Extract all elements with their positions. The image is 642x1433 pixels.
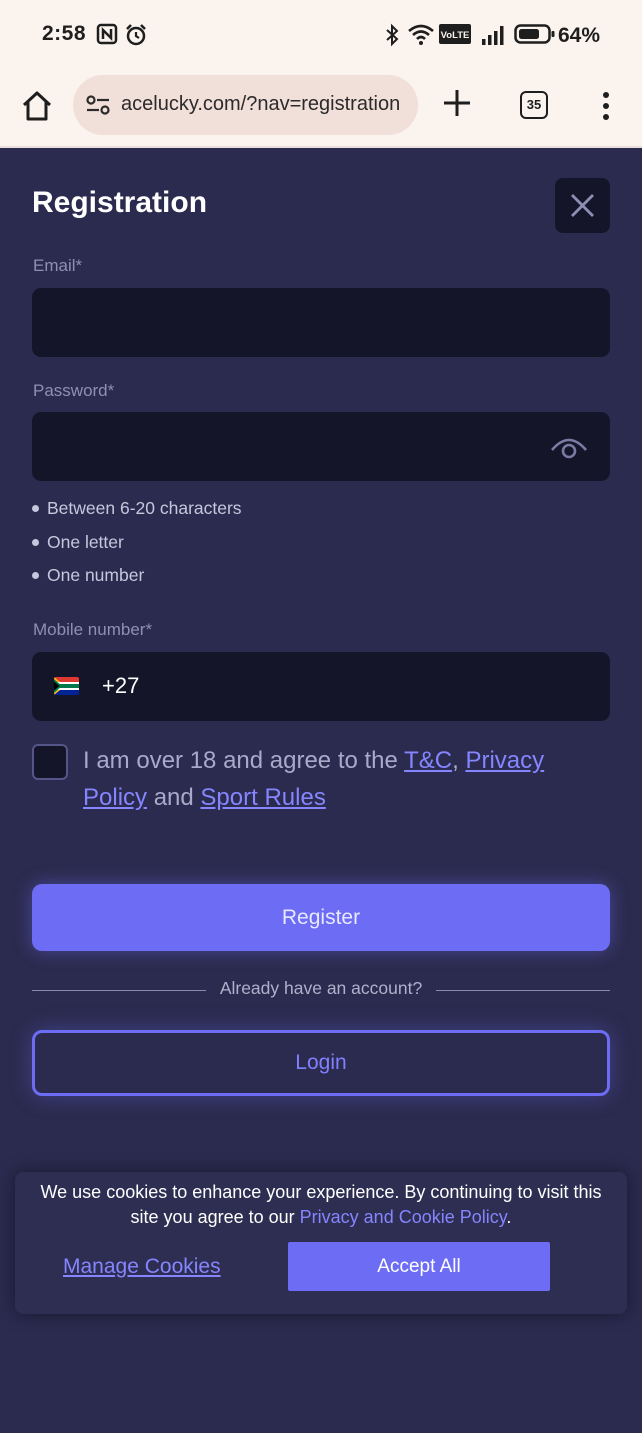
signal-icon [482,26,504,45]
consent-text: I am over 18 and agree to the T&C, Priva… [83,747,545,811]
home-icon[interactable] [20,89,54,123]
nfc-icon [96,23,118,45]
password-rule: Between 6-20 characters [32,492,242,526]
tc-link[interactable]: T&C [404,747,452,774]
bluetooth-icon [386,23,399,47]
volte-icon: VoLTE [439,24,471,44]
url-text[interactable]: acelucky.com/?nav=registration [121,93,411,116]
show-password-icon[interactable] [550,434,588,460]
account-divider: Already have an account? [32,978,610,1002]
registration-page: Registration Email* Password* Between 6-… [0,150,642,1433]
status-bar: 2:58 VoLTE 64% [0,0,642,72]
site-settings-icon[interactable] [85,94,111,116]
sport-rules-link[interactable]: Sport Rules [200,784,325,811]
email-label: Email* [33,256,83,275]
battery-percent: 64% [558,24,601,47]
password-field[interactable] [32,412,610,481]
already-account-text: Already have an account? [32,978,610,999]
dial-code: +27 [102,673,140,698]
email-field[interactable] [32,288,610,357]
accept-all-button[interactable]: Accept All [288,1242,550,1291]
login-button[interactable]: Login [32,1030,610,1096]
more-menu-icon[interactable] [596,90,616,122]
wifi-icon [408,24,434,45]
register-button[interactable]: Register [32,884,610,951]
tab-switcher-button[interactable]: 35 [520,91,548,119]
page-title: Registration [32,186,208,219]
status-time: 2:58 [42,22,87,45]
browser-toolbar: acelucky.com/?nav=registration 35 [0,72,642,148]
new-tab-icon[interactable] [440,86,474,120]
password-rule: One number [32,559,242,593]
password-rules: Between 6-20 characters One letter One n… [32,492,242,593]
manage-cookies-link[interactable]: Manage Cookies [63,1255,221,1279]
svg-text:VoLTE: VoLTE [441,30,470,41]
mobile-label: Mobile number* [33,620,153,639]
alarm-icon [126,24,146,46]
cookie-banner: We use cookies to enhance your experienc… [15,1172,627,1314]
close-icon [571,194,594,217]
password-rule: One letter [32,526,242,560]
close-button[interactable] [555,178,610,233]
south-africa-flag-icon[interactable] [54,677,79,695]
age-consent-checkbox[interactable] [32,744,68,780]
cookie-message: We use cookies to enhance your experienc… [40,1182,602,1227]
password-label: Password* [33,381,115,400]
battery-icon [514,24,555,44]
cookie-policy-link[interactable]: Privacy and Cookie Policy [300,1207,507,1227]
url-bar[interactable]: acelucky.com/?nav=registration [73,75,418,135]
mobile-number-field[interactable]: +27 [32,652,610,721]
